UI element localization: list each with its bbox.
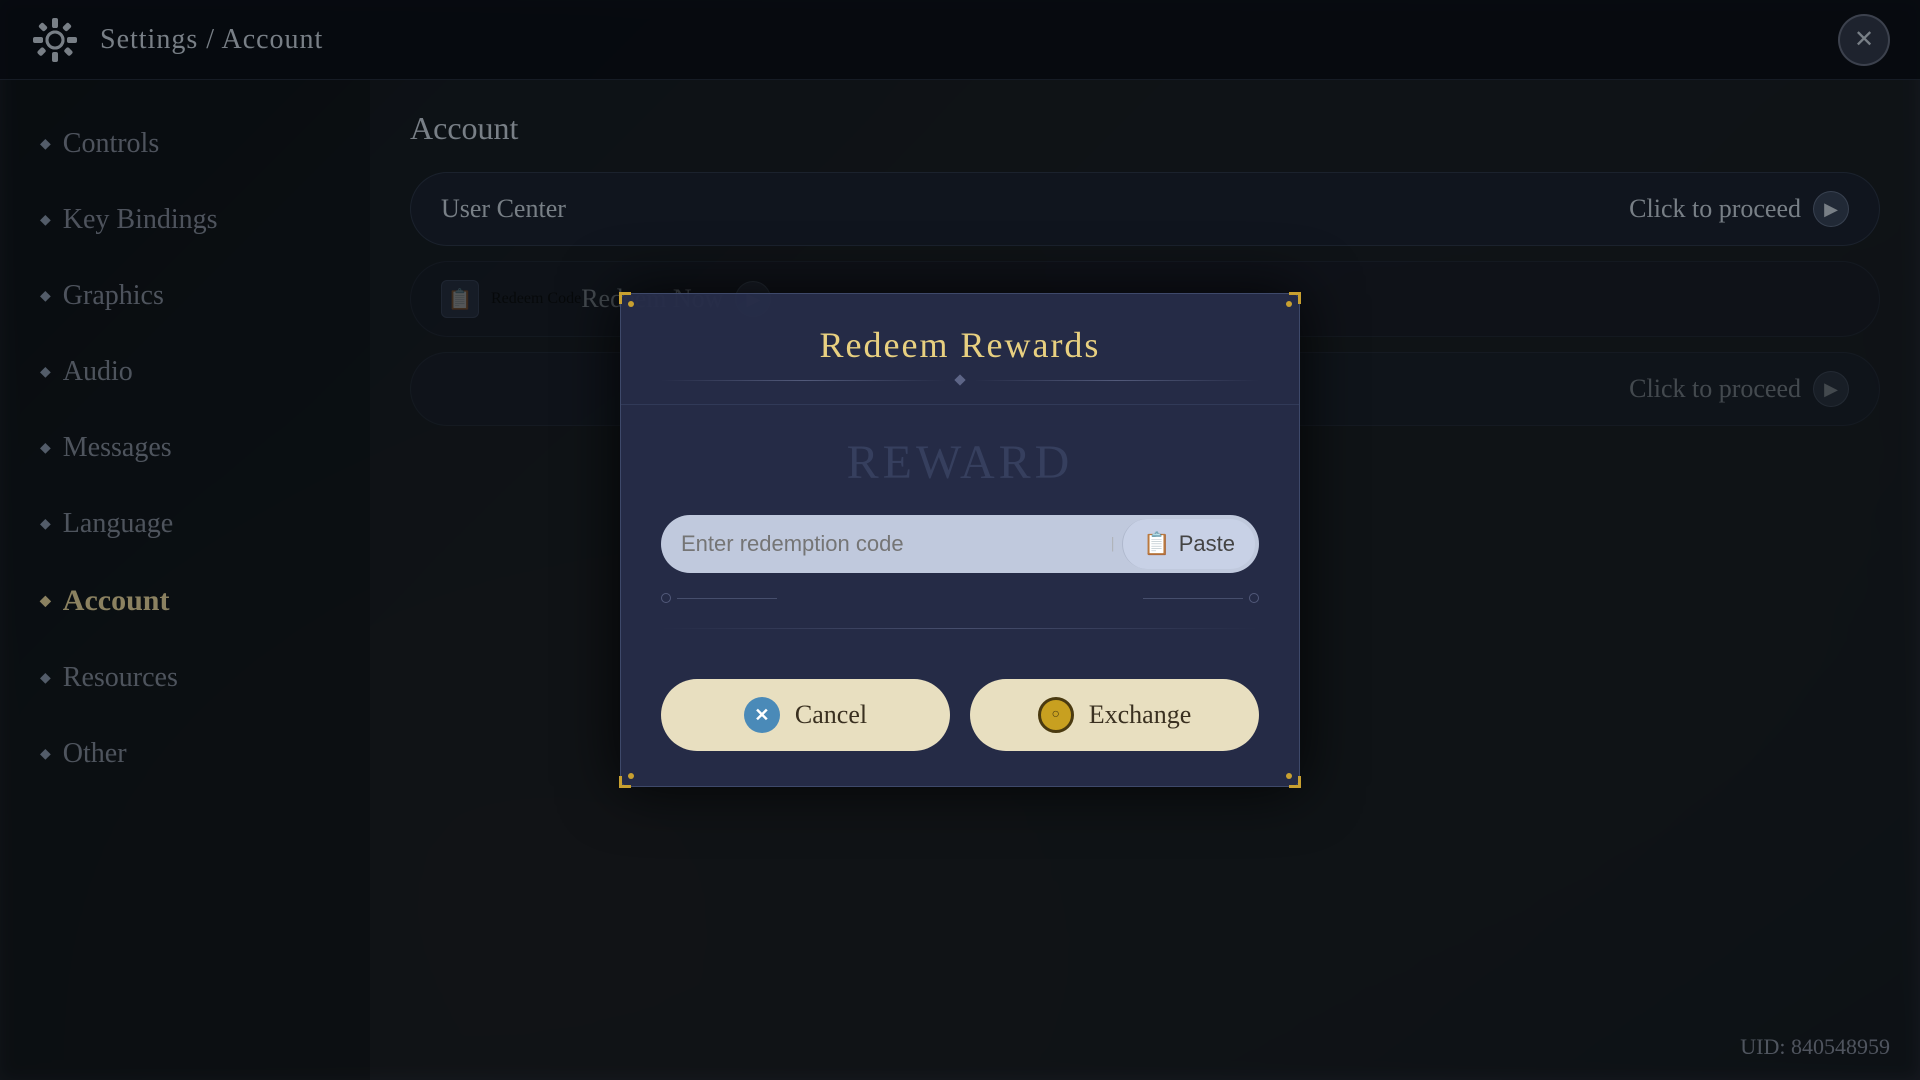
paste-button[interactable]: 📋 Paste [1122, 519, 1255, 569]
deco-dot-line-right [1143, 593, 1259, 603]
modal-deco-line [661, 376, 1259, 384]
corner-decoration-tl [619, 292, 649, 322]
deco-line-right [974, 380, 1259, 381]
deco-h-line [1143, 598, 1243, 599]
modal-overlay: Redeem Rewards REWARD | 📋 Paste [0, 0, 1920, 1080]
paste-icon: 📋 [1143, 531, 1170, 557]
cancel-icon: ✕ [744, 697, 780, 733]
modal-footer: ✕ Cancel ○ Exchange [621, 679, 1299, 786]
redeem-rewards-modal: Redeem Rewards REWARD | 📋 Paste [620, 293, 1300, 787]
deco-diamond [954, 374, 965, 385]
paste-label: Paste [1179, 531, 1235, 557]
modal-ghost-text: REWARD [661, 435, 1259, 490]
deco-h-line [677, 598, 777, 599]
separator-decoration [661, 593, 1259, 603]
redemption-code-input[interactable] [681, 531, 1111, 557]
deco-line-left [661, 380, 946, 381]
modal-title: Redeem Rewards [661, 324, 1259, 366]
corner-decoration-br [1271, 758, 1301, 788]
exchange-label: Exchange [1089, 700, 1192, 730]
exchange-button[interactable]: ○ Exchange [970, 679, 1259, 751]
modal-body: REWARD | 📋 Paste [621, 405, 1299, 679]
separator-line [661, 628, 1259, 629]
exchange-icon: ○ [1038, 697, 1074, 733]
corner-decoration-tr [1271, 292, 1301, 322]
modal-header: Redeem Rewards [621, 294, 1299, 405]
cancel-button[interactable]: ✕ Cancel [661, 679, 950, 751]
cancel-label: Cancel [795, 700, 867, 730]
deco-dot-line-left [661, 593, 777, 603]
deco-circle [1249, 593, 1259, 603]
code-input-wrapper: | 📋 Paste [661, 515, 1259, 573]
corner-decoration-bl [619, 758, 649, 788]
deco-circle [661, 593, 671, 603]
